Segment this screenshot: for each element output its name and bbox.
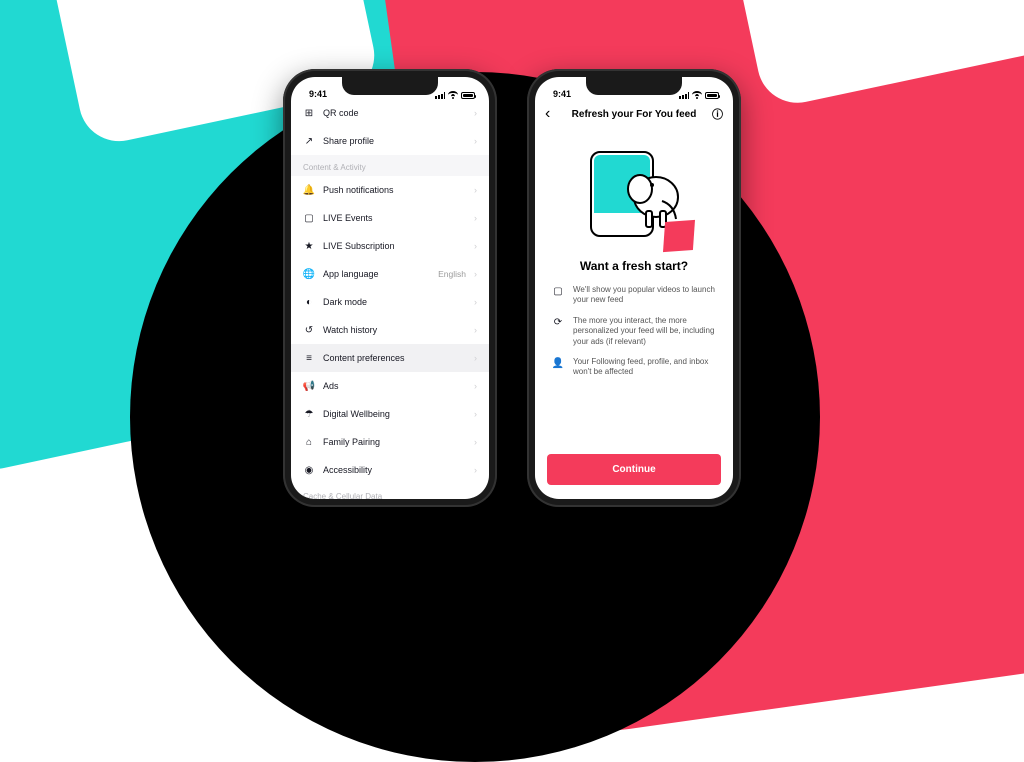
qr-icon: ⊞	[303, 107, 315, 119]
settings-row-live-subscription[interactable]: ★ LIVE Subscription ›	[291, 232, 489, 260]
language-icon: 🌐	[303, 268, 315, 280]
battery-icon	[705, 92, 719, 99]
status-time: 9:41	[309, 89, 327, 99]
row-label: LIVE Subscription	[323, 241, 466, 251]
chevron-right-icon: ›	[474, 465, 477, 475]
row-label: Digital Wellbeing	[323, 409, 466, 419]
history-icon: ↺	[303, 324, 315, 336]
settings-row-push-notifications[interactable]: 🔔 Push notifications ›	[291, 176, 489, 204]
chevron-right-icon: ›	[474, 241, 477, 251]
settings-row-qr-code[interactable]: ⊞ QR code ›	[291, 99, 489, 127]
continue-button[interactable]: Continue	[547, 454, 721, 485]
settings-row-content-preferences[interactable]: ≡ Content preferences ›	[291, 344, 489, 372]
back-button[interactable]: ‹	[545, 105, 559, 123]
nav-bar: ‹ Refresh your For You feed ⓘ	[535, 99, 733, 129]
wellbeing-icon: ☂	[303, 408, 315, 420]
settings-row-live-events[interactable]: ▢ LIVE Events ›	[291, 204, 489, 232]
benefit-text: Your Following feed, profile, and inbox …	[573, 357, 717, 378]
settings-row-dark-mode[interactable]: ◐ Dark mode ›	[291, 288, 489, 316]
notch	[342, 77, 438, 95]
row-label: App language	[323, 269, 430, 279]
benefit-item: 👤 Your Following feed, profile, and inbox…	[551, 357, 717, 378]
settings-row-family-pairing[interactable]: ⌂ Family Pairing ›	[291, 428, 489, 456]
row-value: English	[438, 269, 466, 279]
notch	[586, 77, 682, 95]
benefit-item: ⟳ The more you interact, the more persona…	[551, 316, 717, 347]
headline: Want a fresh start?	[535, 259, 733, 273]
illustration-flag	[663, 220, 695, 252]
bell-icon: 🔔	[303, 184, 315, 196]
settings-list[interactable]: ⊞ QR code › ↗ Share profile › Content & Activ…	[291, 99, 489, 499]
phone-mockups: 9:41 ⊞ QR code › ↗ Share profile › Content & …	[283, 69, 741, 507]
refresh-icon: ⟳	[551, 316, 565, 347]
row-label: Share profile	[323, 136, 466, 146]
row-label: Accessibility	[323, 465, 466, 475]
live-icon: ▢	[303, 212, 315, 224]
video-icon: ▢	[551, 285, 565, 306]
battery-icon	[461, 92, 475, 99]
info-button[interactable]: ⓘ	[709, 106, 723, 122]
benefit-item: ▢ We'll show you popular videos to launch…	[551, 285, 717, 306]
row-label: Dark mode	[323, 297, 466, 307]
benefit-text: We'll show you popular videos to launch …	[573, 285, 717, 306]
accessibility-icon: ◉	[303, 464, 315, 476]
chevron-right-icon: ›	[474, 136, 477, 146]
phone-left: 9:41 ⊞ QR code › ↗ Share profile › Content & …	[283, 69, 497, 507]
chevron-right-icon: ›	[474, 269, 477, 279]
settings-row-digital-wellbeing[interactable]: ☂ Digital Wellbeing ›	[291, 400, 489, 428]
chevron-right-icon: ›	[474, 381, 477, 391]
nav-title: Refresh your For You feed	[559, 109, 709, 120]
row-label: Push notifications	[323, 185, 466, 195]
chevron-right-icon: ›	[474, 325, 477, 335]
row-label: LIVE Events	[323, 213, 466, 223]
illustration	[574, 147, 694, 247]
settings-row-accessibility[interactable]: ◉ Accessibility ›	[291, 456, 489, 484]
row-label: Content preferences	[323, 353, 466, 363]
benefit-text: The more you interact, the more personal…	[573, 316, 717, 347]
livesub-icon: ★	[303, 240, 315, 252]
signal-icon	[435, 92, 445, 99]
status-indicators	[679, 91, 719, 99]
row-label: Watch history	[323, 325, 466, 335]
section-header-cache: Cache & Cellular Data	[291, 484, 489, 499]
settings-row-app-language[interactable]: 🌐 App language English ›	[291, 260, 489, 288]
phone-right: 9:41 ‹ Refresh your For You feed ⓘ	[527, 69, 741, 507]
signal-icon	[679, 92, 689, 99]
chevron-right-icon: ›	[474, 353, 477, 363]
settings-row-watch-history[interactable]: ↺ Watch history ›	[291, 316, 489, 344]
benefits-list: ▢ We'll show you popular videos to launch…	[535, 285, 733, 378]
phone-left-screen: 9:41 ⊞ QR code › ↗ Share profile › Content & …	[291, 77, 489, 499]
person-icon: 👤	[551, 357, 565, 378]
chevron-right-icon: ›	[474, 108, 477, 118]
section-header-content-activity: Content & Activity	[291, 155, 489, 176]
settings-row-ads[interactable]: 📢 Ads ›	[291, 372, 489, 400]
row-label: Ads	[323, 381, 466, 391]
row-label: Family Pairing	[323, 437, 466, 447]
phone-right-screen: 9:41 ‹ Refresh your For You feed ⓘ	[535, 77, 733, 499]
ads-icon: 📢	[303, 380, 315, 392]
chevron-right-icon: ›	[474, 213, 477, 223]
settings-row-share-profile[interactable]: ↗ Share profile ›	[291, 127, 489, 155]
status-indicators	[435, 91, 475, 99]
chevron-right-icon: ›	[474, 409, 477, 419]
status-time: 9:41	[553, 89, 571, 99]
row-label: QR code	[323, 108, 466, 118]
family-icon: ⌂	[303, 436, 315, 448]
chevron-right-icon: ›	[474, 437, 477, 447]
share-icon: ↗	[303, 135, 315, 147]
chevron-right-icon: ›	[474, 297, 477, 307]
wifi-icon	[448, 91, 458, 99]
content-icon: ≡	[303, 352, 315, 364]
chevron-right-icon: ›	[474, 185, 477, 195]
wifi-icon	[692, 91, 702, 99]
dark-icon: ◐	[303, 296, 315, 308]
